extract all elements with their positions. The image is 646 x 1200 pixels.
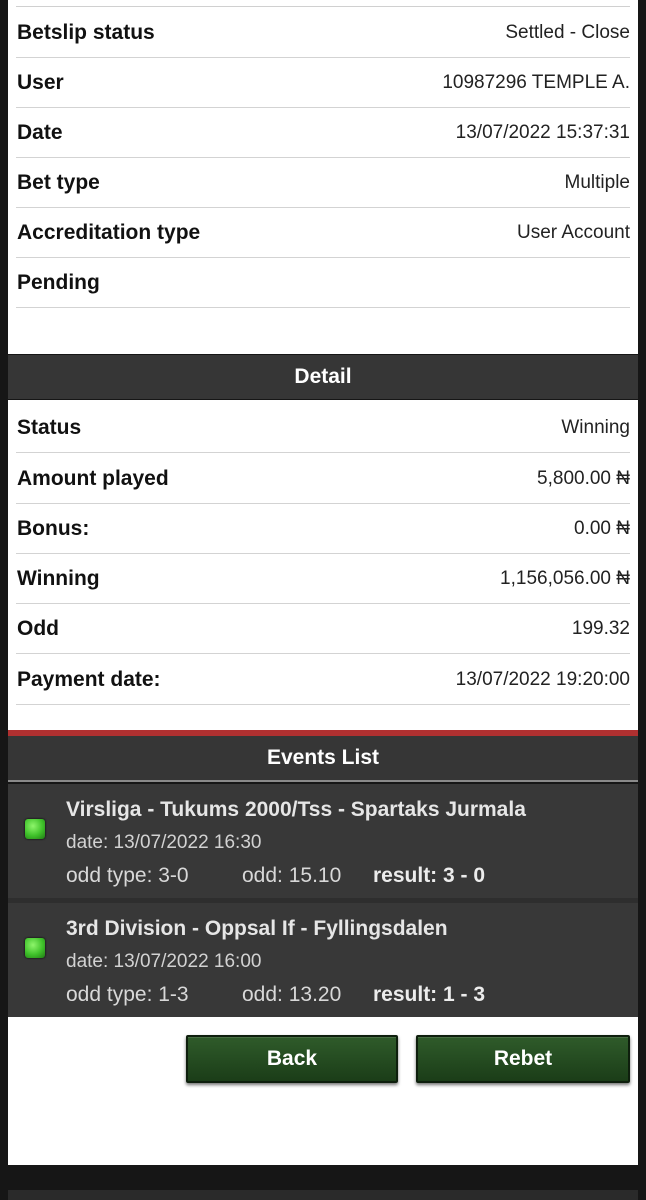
event-item[interactable]: Virsliga - Tukums 2000/Tss - Spartaks Ju… [8,784,638,898]
row-label: Pending [17,271,100,294]
row-label: Amount played [17,467,169,490]
row-label: Status [17,416,82,439]
row-value: 199.32 [571,618,630,639]
row-label: Bet type [17,171,100,194]
row-bet-type: Bet type Multiple [16,158,630,208]
row-value: User Account [517,222,630,243]
row-value: 13/07/2022 19:20:00 [455,669,630,690]
event-title: Virsliga - Tukums 2000/Tss - Spartaks Ju… [66,798,526,821]
detail-header: Detail [8,355,638,399]
status-dot-icon [25,938,45,958]
row-label: Winning [17,567,100,590]
status-dot-icon [25,819,45,839]
row-value: Settled - Close [505,22,630,43]
event-date: date: 13/07/2022 16:30 [66,832,262,853]
actions-panel: Back Rebet [8,1017,638,1165]
row-betslip-status: Betslip status Settled - Close [16,8,630,58]
divider [16,6,630,7]
event-odd-type: odd type: 3-0 [66,864,189,887]
row-label: Odd [17,617,59,640]
row-label: Accreditation type [17,221,201,244]
row-winning: Winning 1,156,056.00 ₦ [16,554,630,604]
events-list-header: Events List [8,736,638,782]
row-value: 0.00 ₦ [574,518,630,539]
rebet-button[interactable]: Rebet [416,1035,630,1083]
row-value: 13/07/2022 15:37:31 [455,122,630,143]
event-title: 3rd Division - Oppsal If - Fyllingsdalen [66,917,448,940]
row-label: Payment date: [17,668,161,691]
bottom-bar [8,1190,638,1200]
event-result: result: 1 - 3 [373,983,486,1006]
row-odd: Odd 199.32 [16,604,630,654]
row-pending: Pending [16,258,630,308]
event-item[interactable]: 3rd Division - Oppsal If - Fyllingsdalen… [8,903,638,1017]
row-label: Date [17,121,63,144]
row-label: Bonus: [17,517,90,540]
row-label: User [17,71,64,94]
row-status: Status Winning [16,403,630,453]
event-result: result: 3 - 0 [373,864,486,887]
events-list: Virsliga - Tukums 2000/Tss - Spartaks Ju… [8,784,638,1017]
event-odd: odd: 13.20 [242,983,342,1006]
row-value: Multiple [564,172,630,193]
row-value: Winning [561,417,630,438]
row-payment-date: Payment date: 13/07/2022 19:20:00 [16,655,630,705]
row-amount-played: Amount played 5,800.00 ₦ [16,454,630,504]
betslip-info-panel: Betslip status Settled - Close User 1098… [8,0,638,354]
row-label: Betslip status [17,21,155,44]
row-accreditation-type: Accreditation type User Account [16,208,630,258]
event-date: date: 13/07/2022 16:00 [66,951,262,972]
back-button[interactable]: Back [186,1035,398,1083]
detail-panel: Status Winning Amount played 5,800.00 ₦ … [8,400,638,730]
row-value: 10987296 TEMPLE A. [442,72,630,93]
row-value: 1,156,056.00 ₦ [500,568,630,589]
row-date: Date 13/07/2022 15:37:31 [16,108,630,158]
event-odd-type: odd type: 1-3 [66,983,189,1006]
row-user: User 10987296 TEMPLE A. [16,58,630,108]
row-value: 5,800.00 ₦ [537,468,630,489]
event-odd: odd: 15.10 [242,864,342,887]
row-bonus: Bonus: 0.00 ₦ [16,504,630,554]
